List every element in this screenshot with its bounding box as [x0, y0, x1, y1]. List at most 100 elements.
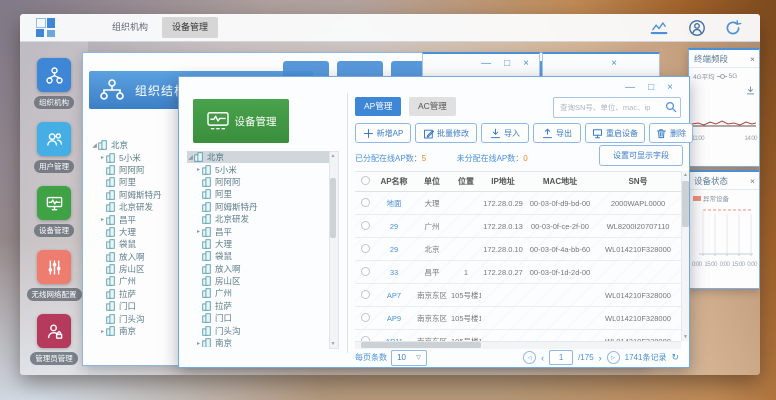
tree-item[interactable]: 门头沟 [187, 324, 329, 336]
expander-icon[interactable]: ▸ [195, 166, 202, 173]
sidebar-item-admin-management[interactable]: 管理员管理 [20, 314, 88, 366]
sliders-icon[interactable] [37, 250, 71, 284]
toolbar-button-3[interactable]: 导出 [533, 123, 581, 143]
toolbar-button-label: 导出 [556, 128, 572, 139]
table-cell[interactable]: 地面 [375, 198, 413, 209]
tree-item[interactable]: 拉萨 [187, 300, 329, 312]
close-icon[interactable]: × [750, 176, 755, 186]
stats-icon[interactable] [650, 19, 668, 37]
table-cell[interactable]: 29 [375, 245, 413, 254]
table-cell: 172.28.0.10 [481, 245, 525, 254]
tree-item[interactable]: 广州 [187, 287, 329, 299]
table-cell: 00-03-0f-ce-2f-00 [525, 222, 595, 231]
tree-item[interactable]: 阿姆斯特丹 [187, 201, 329, 213]
admin-icon[interactable] [37, 314, 71, 348]
row-checkbox[interactable] [361, 198, 370, 207]
sidebar-item-device-management[interactable]: 设备管理 [20, 186, 88, 238]
tree-scrollbar[interactable]: ▲▼ [329, 151, 339, 349]
sidebar-item-wireless-config[interactable]: 无线网络配置 [20, 250, 88, 302]
tree-item[interactable]: ▸南京 [187, 337, 329, 347]
row-checkbox[interactable] [361, 221, 370, 230]
search-input[interactable] [558, 99, 662, 116]
tree-item[interactable]: ▸5小米 [187, 163, 329, 175]
toolbar-button-4[interactable]: 重启设备 [585, 123, 645, 143]
monitor-icon[interactable] [37, 186, 71, 220]
table-cell[interactable]: AP9 [375, 314, 413, 323]
table-row[interactable]: AP7南京东区105号楼14WL014210F328000 [355, 284, 681, 307]
expander-icon[interactable]: ▸ [99, 154, 106, 161]
toolbar-button-0[interactable]: 新增AP [355, 123, 411, 143]
select-all-checkbox[interactable] [361, 176, 370, 185]
table-cell[interactable]: 29 [375, 222, 413, 231]
maximize-icon[interactable]: □ [648, 82, 654, 94]
tree-item[interactable]: 放入啊 [187, 263, 329, 275]
tree-item[interactable]: 房山区 [187, 275, 329, 287]
tree-item[interactable]: 大理 [187, 238, 329, 250]
table-cell[interactable]: 33 [375, 268, 413, 277]
topbar-tab-device-management[interactable]: 设备管理 [162, 17, 218, 38]
tree-item[interactable]: ◢北京 [187, 151, 329, 163]
row-checkbox[interactable] [361, 290, 370, 299]
row-checkbox[interactable] [361, 244, 370, 253]
row-checkbox[interactable] [361, 313, 370, 322]
tree-item[interactable]: 阿阿阿 [187, 176, 329, 188]
set-visible-fields-button[interactable]: 设置可显示字段 [599, 145, 683, 166]
search-icon[interactable] [665, 101, 677, 113]
table-vertical-scrollbar[interactable]: ▲▼ [681, 171, 689, 341]
table-row[interactable]: AP9南京东区105号楼16WL014210F328000 [355, 307, 681, 330]
delete-button[interactable]: 删除 [649, 123, 693, 143]
minimize-icon[interactable]: — [481, 58, 493, 69]
page-input[interactable]: 1 [549, 350, 573, 365]
close-icon[interactable]: × [667, 82, 673, 94]
table-cell[interactable]: AP7 [375, 291, 413, 300]
expander-icon[interactable]: ▸ [99, 216, 106, 223]
per-page-select[interactable]: 10 ▽ [391, 350, 427, 366]
topbar-tab-organization[interactable]: 组织机构 [102, 17, 158, 38]
close-icon[interactable]: × [750, 54, 755, 64]
table-row[interactable]: AP11南京东区105号楼18WL014210F328000 [355, 330, 681, 341]
close-icon[interactable]: × [523, 58, 531, 69]
tick-label: 14:00 [744, 136, 757, 142]
tree-item[interactable]: 北京研发 [187, 213, 329, 225]
toolbar-button-2[interactable]: 导入 [481, 123, 529, 143]
table-cell: 大理 [413, 198, 451, 209]
table-row[interactable]: 33昌平1172.28.0.2700-03-0f-1d-2d-00 [355, 261, 681, 284]
refresh-icon[interactable] [724, 19, 742, 37]
minimize-icon[interactable]: — [625, 82, 635, 94]
next-page-icon[interactable]: › [599, 353, 602, 363]
table-horizontal-scrollbar[interactable] [355, 341, 681, 349]
download-icon[interactable] [746, 86, 755, 95]
expander-icon[interactable]: ▸ [99, 328, 106, 335]
app-topbar: 组织机构 设备管理 [20, 14, 760, 42]
per-page-label: 每页条数 [355, 352, 387, 363]
tab-ac-management[interactable]: AC管理 [409, 97, 456, 116]
expander-icon[interactable]: ◢ [187, 154, 194, 161]
row-checkbox[interactable] [361, 267, 370, 276]
account-icon[interactable] [688, 19, 706, 37]
table-cell: 1 [451, 268, 481, 277]
table-row[interactable]: 29广州172.28.0.1300-03-0f-ce-2f-00WL8200I2… [355, 215, 681, 238]
sidebar-item-organization[interactable]: 组织机构 [20, 58, 88, 110]
tree-item[interactable]: ▸昌平 [187, 225, 329, 237]
last-page-icon[interactable]: ▷ [607, 351, 620, 364]
expander-icon[interactable]: ▸ [195, 340, 202, 347]
prev-page-icon[interactable]: ‹ [541, 353, 544, 363]
table-row[interactable]: 地面大理172.28.0.2900-03-0f-d9-bd-002000WAPL… [355, 192, 681, 215]
close-icon[interactable]: × [611, 58, 619, 69]
tab-ap-management[interactable]: AP管理 [355, 97, 401, 116]
table-row[interactable]: 29北京172.28.0.1000-03-0f-4a-bb-60WL014210… [355, 238, 681, 261]
expander-icon[interactable]: ▸ [195, 228, 202, 235]
toolbar-button-1[interactable]: 批量修改 [415, 123, 477, 143]
expander-icon[interactable]: ◢ [91, 142, 98, 149]
tree-item[interactable]: 阿里 [187, 188, 329, 200]
users-icon[interactable] [37, 122, 71, 156]
refresh-list-icon[interactable]: ↻ [671, 352, 679, 363]
tree-item[interactable]: 袋鼠 [187, 250, 329, 262]
org-icon[interactable] [37, 58, 71, 92]
sidebar-item-user-management[interactable]: 用户管理 [20, 122, 88, 174]
first-page-icon[interactable]: ◁ [523, 351, 536, 364]
tick-label: 0:00 [692, 262, 702, 268]
table-cell: WL8200I20707110 [595, 222, 681, 231]
tree-item[interactable]: 门口 [187, 312, 329, 324]
maximize-icon[interactable]: □ [504, 58, 512, 69]
